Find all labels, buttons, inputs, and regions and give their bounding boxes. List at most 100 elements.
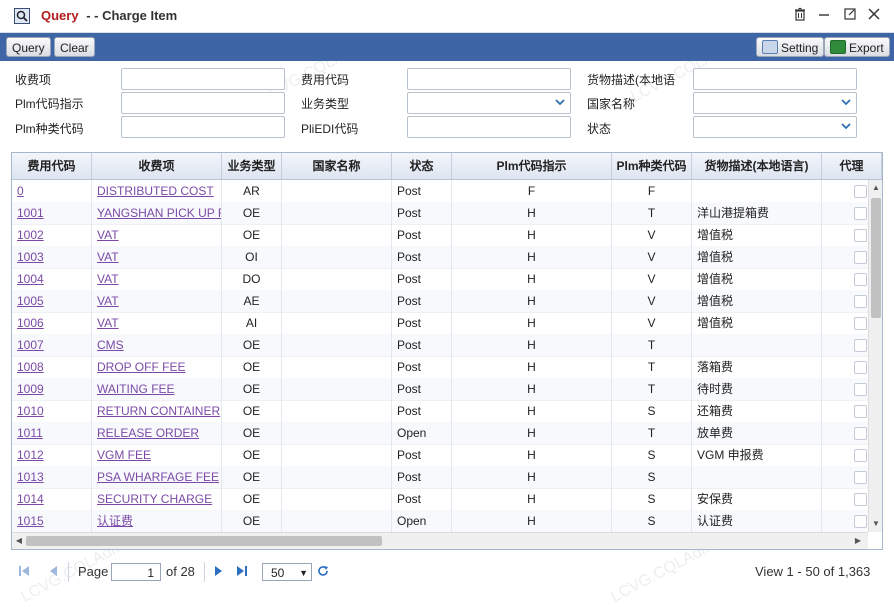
horizontal-scrollbar[interactable]: ◀ ▶	[12, 532, 868, 549]
column-header[interactable]: 货物描述(本地语言)	[692, 153, 822, 179]
agent-checkbox[interactable]	[854, 339, 867, 352]
charge-item-link[interactable]: VAT	[97, 250, 119, 264]
cell-item[interactable]: SECURITY CHARGE	[92, 488, 222, 510]
cell-code[interactable]: 1011	[12, 422, 92, 444]
charge-code-link[interactable]: 1006	[17, 316, 44, 330]
table-row[interactable]: 1015 认证费 OE Open H S 认证费	[12, 510, 868, 532]
charge-code-link[interactable]: 1004	[17, 272, 44, 286]
scroll-up-icon[interactable]: ▲	[870, 182, 882, 194]
column-header[interactable]: 收费项	[92, 153, 222, 179]
cell-item[interactable]: DISTRIBUTED COST	[92, 180, 222, 202]
table-row[interactable]: 1011 RELEASE ORDER OE Open H T 放单费	[12, 422, 868, 445]
cell-code[interactable]: 1013	[12, 466, 92, 488]
table-row[interactable]: 1007 CMS OE Post H T	[12, 334, 868, 357]
trash-icon[interactable]	[790, 6, 810, 26]
first-page-icon[interactable]	[18, 565, 30, 580]
charge-item-link[interactable]: WAITING FEE	[97, 382, 175, 396]
scroll-down-icon[interactable]: ▼	[870, 518, 882, 530]
table-row[interactable]: 1005 VAT AE Post H V 增值税	[12, 290, 868, 313]
country-name-select[interactable]	[693, 92, 857, 114]
table-row[interactable]: 1010 RETURN CONTAINER OE Post H S 还箱费	[12, 400, 868, 423]
charge-item-link[interactable]: YANGSHAN PICK UP F	[97, 206, 221, 220]
charge-code-link[interactable]: 1008	[17, 360, 44, 374]
agent-checkbox[interactable]	[854, 449, 867, 462]
maximize-icon[interactable]	[840, 6, 860, 26]
agent-checkbox[interactable]	[854, 471, 867, 484]
cell-item[interactable]: VGM FEE	[92, 444, 222, 466]
agent-checkbox[interactable]	[854, 493, 867, 506]
agent-checkbox[interactable]	[854, 515, 867, 528]
clear-button[interactable]: Clear	[54, 37, 95, 57]
table-row[interactable]: 1008 DROP OFF FEE OE Post H T 落箱费	[12, 356, 868, 379]
business-type-select[interactable]	[407, 92, 571, 114]
charge-item-link[interactable]: 认证费	[97, 514, 133, 528]
agent-checkbox[interactable]	[854, 405, 867, 418]
charge-code-link[interactable]: 1010	[17, 404, 44, 418]
column-header[interactable]: 费用代码	[12, 153, 92, 179]
charge-item-input[interactable]	[121, 68, 285, 90]
prev-page-icon[interactable]	[48, 565, 60, 580]
last-page-icon[interactable]	[236, 565, 248, 580]
cell-item[interactable]: 认证费	[92, 510, 222, 532]
charge-item-link[interactable]: DROP OFF FEE	[97, 360, 185, 374]
page-size-select[interactable]: 50 ▼	[262, 563, 312, 581]
cell-item[interactable]: WAITING FEE	[92, 378, 222, 400]
scroll-right-icon[interactable]: ▶	[852, 535, 864, 547]
minimize-icon[interactable]	[814, 6, 834, 26]
cell-code[interactable]: 1012	[12, 444, 92, 466]
cell-item[interactable]: VAT	[92, 246, 222, 268]
agent-checkbox[interactable]	[854, 427, 867, 440]
pliedi-code-input[interactable]	[407, 116, 571, 138]
charge-code-link[interactable]: 1009	[17, 382, 44, 396]
vertical-scroll-thumb[interactable]	[871, 198, 881, 318]
agent-checkbox[interactable]	[854, 295, 867, 308]
agent-checkbox[interactable]	[854, 383, 867, 396]
cell-code[interactable]: 1015	[12, 510, 92, 532]
export-button[interactable]: Export	[824, 37, 890, 57]
charge-item-link[interactable]: VGM FEE	[97, 448, 151, 462]
charge-code-link[interactable]: 0	[17, 184, 24, 198]
goods-desc-input[interactable]	[693, 68, 857, 90]
column-header[interactable]: Plm种类代码	[612, 153, 692, 179]
table-row[interactable]: 1014 SECURITY CHARGE OE Post H S 安保费	[12, 488, 868, 511]
query-button[interactable]: Query	[6, 37, 51, 57]
setting-button[interactable]: Setting	[756, 37, 825, 57]
charge-item-link[interactable]: VAT	[97, 272, 119, 286]
cell-code[interactable]: 1008	[12, 356, 92, 378]
column-header[interactable]: Plm代码指示	[452, 153, 612, 179]
agent-checkbox[interactable]	[854, 207, 867, 220]
vertical-scrollbar[interactable]: ▲ ▼	[868, 180, 882, 532]
cell-code[interactable]: 1005	[12, 290, 92, 312]
horizontal-scroll-thumb[interactable]	[26, 536, 382, 546]
charge-item-link[interactable]: RELEASE ORDER	[97, 426, 199, 440]
cell-item[interactable]: CMS	[92, 334, 222, 356]
cell-code[interactable]: 1010	[12, 400, 92, 422]
charge-item-link[interactable]: RETURN CONTAINER	[97, 404, 220, 418]
cell-code[interactable]: 1004	[12, 268, 92, 290]
cell-item[interactable]: RELEASE ORDER	[92, 422, 222, 444]
charge-code-link[interactable]: 1014	[17, 492, 44, 506]
cell-code[interactable]: 1003	[12, 246, 92, 268]
status-select[interactable]	[693, 116, 857, 138]
charge-item-link[interactable]: VAT	[97, 228, 119, 242]
agent-checkbox[interactable]	[854, 251, 867, 264]
agent-checkbox[interactable]	[854, 317, 867, 330]
agent-checkbox[interactable]	[854, 229, 867, 242]
table-row[interactable]: 1012 VGM FEE OE Post H S VGM 申报费	[12, 444, 868, 467]
cell-item[interactable]: VAT	[92, 290, 222, 312]
charge-code-link[interactable]: 1003	[17, 250, 44, 264]
charge-item-link[interactable]: VAT	[97, 316, 119, 330]
table-row[interactable]: 1002 VAT OE Post H V 增值税	[12, 224, 868, 247]
plm-type-input[interactable]	[121, 116, 285, 138]
cell-code[interactable]: 1009	[12, 378, 92, 400]
close-icon[interactable]	[864, 6, 884, 26]
charge-item-link[interactable]: SECURITY CHARGE	[97, 492, 212, 506]
column-header[interactable]: 国家名称	[282, 153, 392, 179]
agent-checkbox[interactable]	[854, 361, 867, 374]
charge-code-link[interactable]: 1013	[17, 470, 44, 484]
column-header[interactable]: 状态	[392, 153, 452, 179]
table-row[interactable]: 1003 VAT OI Post H V 增值税	[12, 246, 868, 269]
column-header[interactable]: 业务类型	[222, 153, 282, 179]
cell-item[interactable]: VAT	[92, 268, 222, 290]
table-row[interactable]: 0 DISTRIBUTED COST AR Post F F	[12, 180, 868, 203]
